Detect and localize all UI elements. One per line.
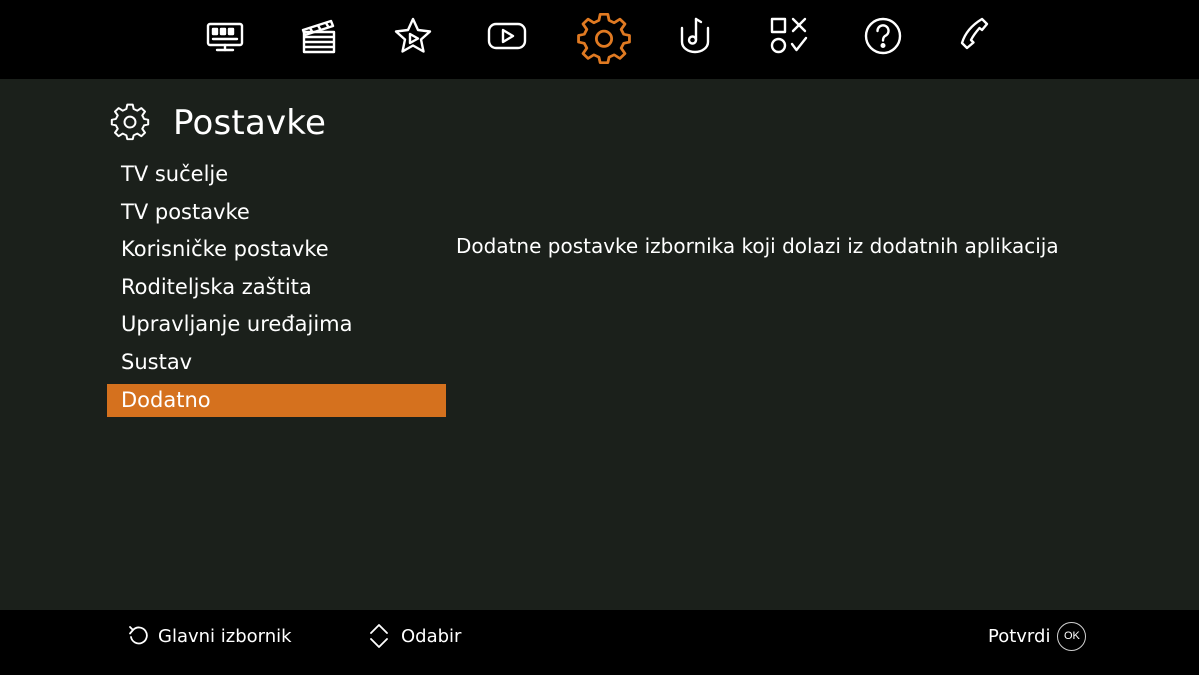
menu-item-additional[interactable]: Dodatno xyxy=(107,383,446,417)
confirm-hint[interactable]: Potvrdi OK xyxy=(988,610,1087,662)
back-hint-label: Glavni izbornik xyxy=(158,625,292,647)
clapperboard-icon[interactable] xyxy=(297,14,341,58)
settings-gear-icon xyxy=(110,103,150,143)
settings-gear-icon[interactable] xyxy=(576,12,632,68)
back-arrow-icon xyxy=(127,625,149,647)
item-description: Dodatne postavke izbornika koji dolazi i… xyxy=(456,234,1059,258)
tv-guide-icon[interactable] xyxy=(203,14,247,58)
apps-games-icon[interactable] xyxy=(767,14,811,58)
help-icon[interactable] xyxy=(861,14,905,58)
play-icon[interactable] xyxy=(485,14,529,58)
menu-item-tv-interface[interactable]: TV sučelje xyxy=(107,158,446,191)
bottom-hint-bar: Glavni izbornik Odabir Potvrdi OK xyxy=(0,610,1199,675)
menu-item-device-management[interactable]: Upravljanje uređajima xyxy=(107,308,446,341)
menu-item-parental-control[interactable]: Roditeljska zaštita xyxy=(107,271,446,304)
top-navigation-bar xyxy=(0,0,1199,79)
up-down-arrows-icon xyxy=(368,622,390,650)
phone-icon[interactable] xyxy=(955,14,999,58)
music-note-icon[interactable] xyxy=(673,14,717,58)
star-play-icon[interactable] xyxy=(391,14,435,58)
select-hint: Odabir xyxy=(368,610,461,662)
page-header: Postavke xyxy=(110,100,326,146)
menu-item-system[interactable]: Sustav xyxy=(107,346,446,379)
select-hint-label: Odabir xyxy=(401,625,462,647)
settings-screen: Postavke TV sučelje TV postavke Korisnič… xyxy=(0,0,1199,675)
ok-button-icon: OK xyxy=(1057,621,1087,651)
back-to-main-menu-hint[interactable]: Glavni izbornik xyxy=(127,610,292,662)
settings-menu: TV sučelje TV postavke Korisničke postav… xyxy=(107,158,446,421)
page-title: Postavke xyxy=(173,103,327,143)
confirm-hint-label: Potvrdi xyxy=(988,625,1051,647)
menu-item-user-settings[interactable]: Korisničke postavke xyxy=(107,233,446,266)
menu-item-tv-settings[interactable]: TV postavke xyxy=(107,196,446,229)
